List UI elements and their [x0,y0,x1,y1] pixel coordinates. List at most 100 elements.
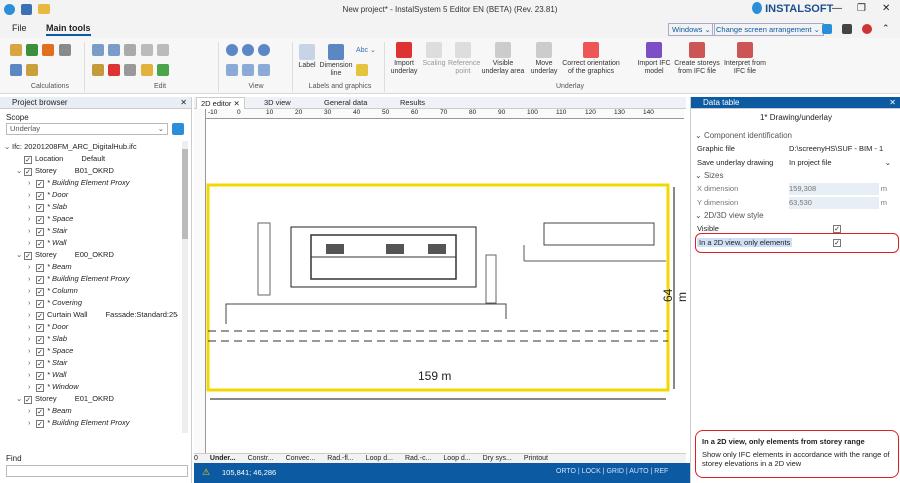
minimize-button[interactable]: — [832,3,842,14]
tree-checkbox[interactable]: ✓ [36,312,44,320]
dimension-line-button[interactable]: Dimension line [318,44,354,78]
tree-row[interactable]: › ✓ * Covering [28,297,82,309]
text-style-icon[interactable]: Abc ⌄ [356,46,376,54]
tree-row[interactable]: › ✓ * Space [28,345,73,357]
tools-icon[interactable] [10,64,22,76]
visible-area-button[interactable]: Visible underlay area [480,42,526,76]
collapse-ribbon-icon[interactable]: ⌃ [882,23,890,34]
y-dimension-value[interactable]: 63,530 [789,197,879,209]
tree-row[interactable]: › ✓ * Wall [28,369,66,381]
help-icon[interactable] [862,24,872,34]
delete-icon[interactable] [108,64,121,76]
tree-row[interactable]: › ✓ * Building Element Proxy [28,273,130,285]
tree-row[interactable]: › ✓ * Space [28,213,73,225]
menu-main-tools[interactable]: Main tools [46,23,91,36]
cut-icon[interactable] [92,64,104,76]
bucket-icon[interactable] [58,44,71,56]
drawing-canvas[interactable] [206,119,684,463]
pan-icon[interactable] [242,64,255,76]
tree-row[interactable]: ›✓Curtain Wall Fassade:Standard:25428 [28,309,178,321]
tree-checkbox[interactable]: ✓ [36,228,44,236]
status-flags[interactable]: ORTO | LOCK | GRID | AUTO | REF [556,468,668,475]
panel-close-icon[interactable]: ✕ [180,97,187,109]
tree-checkbox[interactable]: ✓ [36,288,44,296]
tree-checkbox[interactable]: ✓ [36,300,44,308]
tree-row[interactable]: › ✓ * Building Element Proxy [28,177,130,189]
tree-row[interactable]: ✓ Location Default [16,153,105,165]
grid-icon[interactable] [156,44,169,56]
scaling-button[interactable]: Scaling [420,42,448,68]
color-icon[interactable] [356,64,368,76]
tab-3d-view[interactable]: 3D view [260,97,295,109]
tree-row[interactable]: › ✓ * Door [28,189,68,201]
tab-2d-editor[interactable]: 2D editor ✕ [196,97,245,109]
layer-tab[interactable]: Constr... [248,455,274,462]
tree-row[interactable]: › ✓ * Door [28,321,68,333]
layer-tab[interactable]: Rad.-fl... [327,455,353,462]
label-button[interactable]: Label [296,44,318,70]
layer-tab[interactable]: Loop d... [443,455,470,462]
layer-tab[interactable]: 0 [194,455,198,462]
expand-chevron-icon[interactable]: › [28,225,36,237]
tree-row[interactable]: › ✓ * Beam [28,261,72,273]
expand-chevron-icon[interactable]: › [28,237,36,249]
tree-row[interactable]: ⌄ Ifc: 20201208FM_ARC_DigitalHub.ifc [4,141,137,153]
arrangement-dropdown[interactable]: Change screen arrangement ⌄ [712,23,824,36]
tree-row[interactable]: › ✓ * Beam [28,405,72,417]
expand-chevron-icon[interactable]: › [28,285,36,297]
tree-row[interactable]: ⌄ ✓ Storey E01_OKRD [16,393,114,405]
create-storeys-button[interactable]: Create storeys from IFC file [674,42,720,76]
tab-general-data[interactable]: General data [320,97,371,109]
tree-row[interactable]: ⌄ ✓ Storey E00_OKRD [16,249,114,261]
group-sizes[interactable]: ⌄ Sizes [695,171,724,180]
expand-chevron-icon[interactable]: › [28,333,36,345]
tree-row[interactable]: › ✓ * Building Element Proxy [28,417,130,429]
expand-chevron-icon[interactable]: › [28,297,36,309]
expand-chevron-icon[interactable]: › [28,189,36,201]
only-elements-checkbox[interactable]: ✓ [833,239,841,247]
tree-row[interactable]: › ✓ * Stair [28,225,67,237]
visible-checkbox[interactable]: ✓ [833,225,841,233]
tree-row[interactable]: ⌄ ✓ Storey B01_OKRD [16,165,114,177]
brush-icon[interactable] [26,64,39,76]
layout-icon[interactable] [822,24,832,34]
zoom-fit-icon[interactable] [258,44,271,56]
expand-chevron-icon[interactable]: › [28,381,36,393]
expand-chevron-icon[interactable]: › [28,309,36,321]
tree-checkbox[interactable]: ✓ [36,372,44,380]
tree-checkbox[interactable]: ✓ [36,360,44,368]
maximize-button[interactable]: ❐ [857,3,866,14]
tree-checkbox[interactable]: ✓ [24,156,32,164]
layer-tab[interactable]: Convec... [286,455,316,462]
expand-chevron-icon[interactable]: › [28,345,36,357]
refresh-icon[interactable] [258,64,271,76]
windows-dropdown[interactable]: Windows ⌄ [668,23,715,36]
interpret-ifc-button[interactable]: Interpret from IFC file [722,42,768,76]
move-icon[interactable] [156,64,169,76]
layer-tab[interactable]: Loop d... [366,455,393,462]
expand-chevron-icon[interactable]: › [28,261,36,273]
tree-checkbox[interactable]: ✓ [36,216,44,224]
tree-checkbox[interactable]: ✓ [36,276,44,284]
tree-checkbox[interactable]: ✓ [24,252,32,260]
x-dimension-value[interactable]: 159,308 [789,183,879,195]
zoom-in-icon[interactable] [226,44,238,56]
warning-icon[interactable]: ⚠ [202,467,210,478]
import-underlay-button[interactable]: Import underlay [388,42,420,76]
tree-checkbox[interactable]: ✓ [36,348,44,356]
table-icon[interactable] [26,44,39,56]
tree-checkbox[interactable]: ✓ [36,264,44,272]
rename-icon[interactable] [124,64,137,76]
group-view-style[interactable]: ⌄ 2D/3D view style [695,211,764,220]
expand-chevron-icon[interactable]: › [28,321,36,333]
expand-chevron-icon[interactable]: › [28,273,36,285]
zoom-out-icon[interactable] [242,44,255,56]
move-underlay-button[interactable]: Move underlay [528,42,560,76]
expand-chevron-icon[interactable]: › [28,417,36,429]
expand-chevron-icon[interactable]: › [28,213,36,225]
tree-scrollbar[interactable] [182,141,188,433]
expand-chevron-icon[interactable]: › [28,201,36,213]
tree-checkbox[interactable]: ✓ [36,240,44,248]
undo-icon[interactable] [140,44,153,56]
expand-chevron-icon[interactable]: › [28,405,36,417]
